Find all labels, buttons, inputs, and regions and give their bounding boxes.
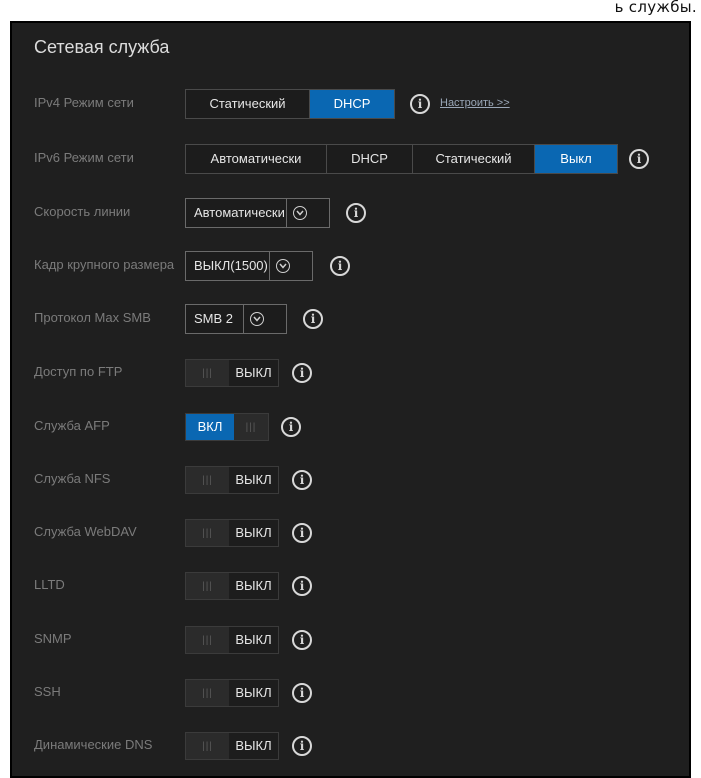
ssh-info-icon[interactable]: i xyxy=(292,683,312,703)
toggle-grip-icon: ||| xyxy=(186,627,229,653)
ipv4-option-dhcp[interactable]: DHCP xyxy=(310,90,394,118)
webdav-row: Служба WebDAV ||| ВЫКЛ i xyxy=(12,512,689,552)
nfs-label: Служба NFS xyxy=(34,471,111,486)
chevron-down-icon xyxy=(270,252,296,280)
toggle-state: ВЫКЛ xyxy=(229,573,278,599)
ipv4-configure-link[interactable]: Настроить >> xyxy=(440,83,510,123)
smb-protocol-select[interactable]: SMB 2 xyxy=(185,304,287,334)
smb-protocol-info-icon[interactable]: i xyxy=(303,309,323,329)
line-speed-value: Автоматически xyxy=(186,199,287,227)
ftp-toggle[interactable]: ||| ВЫКЛ xyxy=(185,359,279,387)
line-speed-info-icon[interactable]: i xyxy=(346,203,366,223)
ipv6-mode-label: IPv6 Режим сети xyxy=(34,150,134,165)
webdav-toggle[interactable]: ||| ВЫКЛ xyxy=(185,519,279,547)
jumbo-frame-select[interactable]: ВЫКЛ(1500) xyxy=(185,251,313,281)
toggle-state: ВЫКЛ xyxy=(229,680,278,706)
ftp-info-icon[interactable]: i xyxy=(292,363,312,383)
toggle-grip-icon: ||| xyxy=(186,573,229,599)
ddns-toggle[interactable]: ||| ВЫКЛ xyxy=(185,732,279,760)
ftp-label: Доступ по FTP xyxy=(34,364,123,379)
toggle-state: ВЫКЛ xyxy=(229,467,278,493)
snmp-label: SNMP xyxy=(34,631,72,646)
ipv6-info-icon[interactable]: i xyxy=(629,149,649,169)
toggle-grip-icon: ||| xyxy=(186,520,229,546)
ipv6-mode-row: IPv6 Режим сети Автоматически DHCP Стати… xyxy=(12,138,689,178)
lltd-row: LLTD ||| ВЫКЛ i xyxy=(12,565,689,605)
ddns-label: Динамические DNS xyxy=(34,737,153,752)
ipv6-mode-segmented-control: Автоматически DHCP Статический Выкл xyxy=(185,144,618,174)
afp-toggle[interactable]: ВКЛ ||| xyxy=(185,413,269,441)
toggle-state: ВЫКЛ xyxy=(229,520,278,546)
jumbo-frame-row: Кадр крупного размера ВЫКЛ(1500) i xyxy=(12,245,689,285)
ipv6-option-off[interactable]: Выкл xyxy=(535,145,617,173)
smb-protocol-label: Протокол Max SMB xyxy=(34,310,151,325)
snmp-row: SNMP ||| ВЫКЛ i xyxy=(12,619,689,659)
toggle-grip-icon: ||| xyxy=(186,680,229,706)
lltd-info-icon[interactable]: i xyxy=(292,576,312,596)
smb-protocol-row: Протокол Max SMB SMB 2 i xyxy=(12,298,689,338)
webdav-info-icon[interactable]: i xyxy=(292,523,312,543)
ddns-row: Динамические DNS ||| ВЫКЛ i xyxy=(12,725,689,765)
chevron-down-icon xyxy=(287,199,313,227)
network-service-panel: Сетевая служба IPv4 Режим сети Статическ… xyxy=(10,21,691,778)
toggle-grip-icon: ||| xyxy=(186,733,229,759)
ftp-row: Доступ по FTP ||| ВЫКЛ i xyxy=(12,352,689,392)
toggle-state: ВЫКЛ xyxy=(229,733,278,759)
chevron-down-icon xyxy=(244,305,270,333)
jumbo-frame-label: Кадр крупного размера xyxy=(34,257,175,272)
ipv4-mode-segmented-control: Статический DHCP xyxy=(185,89,395,119)
jumbo-frame-value: ВЫКЛ(1500) xyxy=(186,252,270,280)
ipv6-option-auto[interactable]: Автоматически xyxy=(186,145,327,173)
toggle-grip-icon: ||| xyxy=(186,360,229,386)
lltd-label: LLTD xyxy=(34,577,65,592)
nfs-info-icon[interactable]: i xyxy=(292,470,312,490)
ipv6-option-dhcp[interactable]: DHCP xyxy=(327,145,413,173)
snmp-info-icon[interactable]: i xyxy=(292,630,312,650)
ssh-row: SSH ||| ВЫКЛ i xyxy=(12,672,689,712)
nfs-toggle[interactable]: ||| ВЫКЛ xyxy=(185,466,279,494)
nfs-row: Служба NFS ||| ВЫКЛ i xyxy=(12,459,689,499)
snmp-toggle[interactable]: ||| ВЫКЛ xyxy=(185,626,279,654)
panel-title: Сетевая служба xyxy=(34,37,170,57)
line-speed-label: Скорость линии xyxy=(34,204,131,219)
ssh-label: SSH xyxy=(34,684,61,699)
toggle-state: ВКЛ xyxy=(186,414,234,440)
afp-info-icon[interactable]: i xyxy=(281,417,301,437)
toggle-grip-icon: ||| xyxy=(234,414,268,440)
line-speed-row: Скорость линии Автоматически i xyxy=(12,192,689,232)
jumbo-frame-info-icon[interactable]: i xyxy=(330,256,350,276)
webdav-label: Служба WebDAV xyxy=(34,524,137,539)
top-caption-fragment: ь службы. xyxy=(614,0,697,16)
ipv4-info-icon[interactable]: i xyxy=(410,94,430,114)
afp-label: Служба AFP xyxy=(34,418,110,433)
ipv4-option-static[interactable]: Статический xyxy=(186,90,310,118)
toggle-grip-icon: ||| xyxy=(186,467,229,493)
toggle-state: ВЫКЛ xyxy=(229,360,278,386)
afp-row: Служба AFP ВКЛ ||| i xyxy=(12,406,689,446)
ipv4-mode-row: IPv4 Режим сети Статический DHCP i Настр… xyxy=(12,83,689,123)
ssh-toggle[interactable]: ||| ВЫКЛ xyxy=(185,679,279,707)
lltd-toggle[interactable]: ||| ВЫКЛ xyxy=(185,572,279,600)
ipv4-mode-label: IPv4 Режим сети xyxy=(34,95,134,110)
ipv6-option-static[interactable]: Статический xyxy=(413,145,535,173)
line-speed-select[interactable]: Автоматически xyxy=(185,198,330,228)
toggle-state: ВЫКЛ xyxy=(229,627,278,653)
smb-protocol-value: SMB 2 xyxy=(186,305,244,333)
ddns-info-icon[interactable]: i xyxy=(292,736,312,756)
